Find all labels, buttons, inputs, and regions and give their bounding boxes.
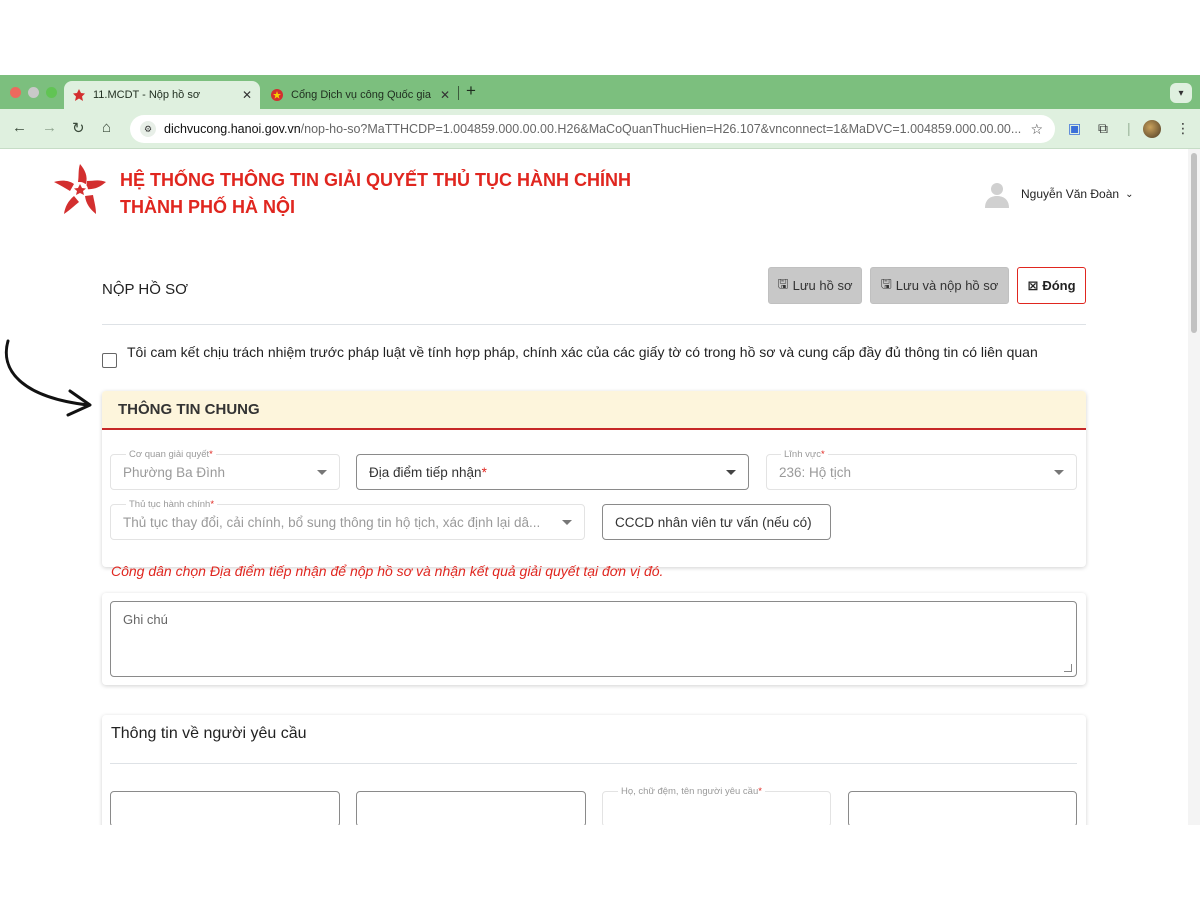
caret-down-icon [562, 519, 572, 525]
notes-placeholder: Ghi chú [123, 612, 168, 627]
agency-label: Cơ quan giải quyết* [126, 449, 216, 460]
requester-heading: Thông tin về người yêu cầu [111, 725, 307, 742]
url-host: dichvucong.hanoi.gov.vn [164, 122, 301, 136]
tab-bar: 11.MCDT - Nộp hồ sơ ✕ Cổng Dịch vụ công … [0, 75, 1200, 109]
reload-icon[interactable]: ↻ [72, 119, 85, 137]
profile-avatar-icon[interactable] [1143, 120, 1161, 138]
close-button[interactable]: ⊠ Đóng [1017, 267, 1086, 304]
tab-inactive[interactable]: Cổng Dịch vụ công Quốc gia ✕ [262, 81, 458, 109]
commitment-row: Tôi cam kết chịu trách nhiệm trước pháp … [102, 342, 1092, 368]
translate-icon[interactable]: ▣ [1068, 120, 1081, 137]
field-value: 236: Hộ tịch [779, 464, 852, 480]
user-name: Nguyễn Văn Đoàn [1021, 187, 1120, 201]
commitment-text: Tôi cam kết chịu trách nhiệm trước pháp … [127, 344, 1038, 360]
tab-close-icon[interactable]: ✕ [242, 88, 252, 102]
notes-textarea[interactable]: Ghi chú [110, 601, 1077, 677]
general-info-card: THÔNG TIN CHUNG Phường Ba Đình Cơ quan g… [102, 391, 1086, 579]
tab-title: 11.MCDT - Nộp hồ sơ [93, 89, 201, 101]
page-title: NỘP HỒ SƠ [102, 281, 188, 298]
site-title-line1: HỆ THỐNG THÔNG TIN GIẢI QUYẾT THỦ TỤC HÀ… [120, 170, 631, 190]
save-submit-button[interactable]: 🖫 Lưu và nộp hồ sơ [870, 267, 1009, 304]
location-placeholder: Địa điểm tiếp nhận* [369, 464, 487, 480]
national-emblem-icon [270, 88, 284, 102]
back-icon[interactable]: ← [12, 119, 27, 136]
caret-down-icon [1054, 469, 1064, 475]
notes-card: Ghi chú [102, 593, 1086, 685]
save-submit-button-label: Lưu và nộp hồ sơ [895, 278, 999, 293]
page-scrollbar[interactable] [1188, 149, 1200, 825]
consultant-id-input[interactable]: CCCD nhân viên tư vấn (nếu có) [602, 504, 831, 540]
procedure-value: Thủ tục thay đổi, cải chính, bổ sung thô… [123, 514, 541, 530]
site-title-line2: THÀNH PHỐ HÀ NỘI [120, 197, 295, 217]
tab-search-icon[interactable]: ▾ [1170, 83, 1192, 103]
floppy-disk-icon: 🖫 [777, 275, 789, 291]
forward-icon[interactable]: → [42, 119, 57, 136]
close-window-button[interactable] [10, 87, 21, 98]
consultant-id-placeholder: CCCD nhân viên tư vấn (nếu có) [615, 514, 812, 530]
home-icon[interactable]: ⌂ [102, 119, 111, 136]
minimize-window-button[interactable] [28, 87, 39, 98]
site-settings-icon[interactable]: ⚙ [140, 121, 156, 137]
location-notice: Công dân chọn Địa điểm tiếp nhận để nộp … [111, 563, 664, 579]
requester-field-2[interactable] [356, 791, 586, 825]
location-select[interactable]: Địa điểm tiếp nhận* [356, 454, 749, 490]
caret-down-icon [317, 469, 327, 475]
maximize-window-button[interactable] [46, 87, 57, 98]
section-divider [110, 763, 1077, 764]
user-avatar-icon [985, 183, 1009, 208]
close-button-label: Đóng [1042, 278, 1076, 293]
requester-field-1[interactable] [110, 791, 340, 825]
bookmark-star-icon[interactable]: ☆ [1030, 121, 1043, 138]
requester-fullname-label: Họ, chữ đệm, tên người yêu cầu* [618, 786, 765, 797]
tab-separator [458, 86, 459, 100]
new-tab-icon[interactable]: + [466, 81, 476, 101]
browser-menu-icon[interactable]: ⋮ [1176, 120, 1190, 137]
address-bar[interactable]: ⚙ dichvucong.hanoi.gov.vn /nop-ho-so?MaT… [130, 115, 1055, 143]
requester-card: Thông tin về người yêu cầu Họ, chữ đệm, … [102, 715, 1086, 825]
chevron-down-icon: ⌄ [1125, 188, 1134, 200]
scrollbar-thumb[interactable] [1191, 153, 1197, 333]
resize-handle-icon[interactable] [1064, 664, 1072, 672]
general-info-heading: THÔNG TIN CHUNG [102, 391, 1086, 430]
commitment-checkbox[interactable] [102, 353, 117, 368]
tab-close-icon[interactable]: ✕ [440, 88, 450, 102]
save-button-label: Lưu hồ sơ [792, 278, 853, 293]
site-title: HỆ THỐNG THÔNG TIN GIẢI QUYẾT THỦ TỤC HÀ… [120, 167, 631, 221]
agency-value: Phường Ba Đình [123, 464, 225, 480]
extensions-icon[interactable]: ⧉ [1098, 120, 1108, 137]
caret-down-icon [726, 469, 736, 475]
field-label: Lĩnh vực* [781, 449, 828, 460]
floppy-disk-icon: 🖫 [880, 275, 892, 291]
tab-title: Cổng Dịch vụ công Quốc gia [291, 89, 432, 101]
pointer-arrow-icon [4, 339, 92, 417]
toolbar-divider: | [1127, 120, 1131, 136]
requester-field-4[interactable] [848, 791, 1077, 825]
tab-active[interactable]: 11.MCDT - Nộp hồ sơ ✕ [64, 81, 260, 109]
url-path: /nop-ho-so?MaTTHCDP=1.004859.000.00.00.H… [300, 122, 1023, 136]
procedure-label: Thủ tục hành chính* [126, 499, 218, 510]
hanoi-logo-icon [72, 88, 86, 102]
browser-toolbar: ← → ↻ ⌂ ⚙ dichvucong.hanoi.gov.vn /nop-h… [0, 109, 1200, 149]
close-square-icon: ⊠ [1027, 277, 1039, 293]
save-button[interactable]: 🖫 Lưu hồ sơ [768, 267, 862, 304]
window-controls [10, 87, 57, 98]
user-menu[interactable]: Nguyễn Văn Đoàn ⌄ [983, 180, 1133, 208]
page-header: NỘP HỒ SƠ 🖫 Lưu hồ sơ 🖫 Lưu và nộp hồ sơ… [102, 267, 1086, 325]
page-viewport: HỆ THỐNG THÔNG TIN GIẢI QUYẾT THỦ TỤC HÀ… [0, 149, 1200, 825]
hanoi-logo [54, 164, 106, 214]
browser-window: 11.MCDT - Nộp hồ sơ ✕ Cổng Dịch vụ công … [0, 75, 1200, 825]
